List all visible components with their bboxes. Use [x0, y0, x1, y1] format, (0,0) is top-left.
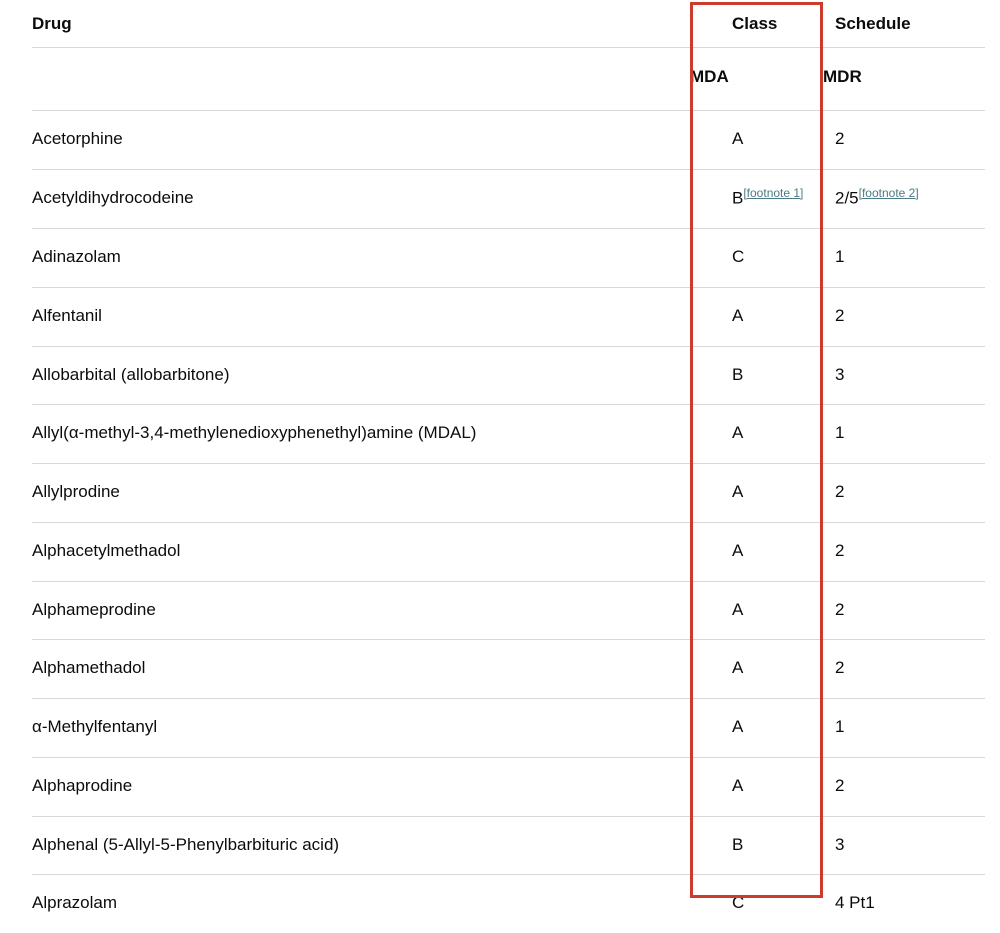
schedule-value: 2: [835, 776, 844, 795]
class-value: A: [732, 306, 743, 325]
class-value: A: [732, 600, 743, 619]
table-row: Alphameprodine A 2: [32, 581, 985, 640]
table-header-row: Drug Class Schedule: [32, 0, 985, 48]
class-value: C: [732, 893, 744, 912]
cell-class: A: [690, 464, 823, 523]
cell-drug-name: Alprazolam: [32, 875, 690, 933]
class-value: B: [732, 835, 743, 854]
class-value: A: [732, 658, 743, 677]
schedule-value: 4 Pt1: [835, 893, 875, 912]
schedule-footnote-link[interactable]: [footnote 2]: [859, 186, 919, 200]
cell-schedule: 4 Pt1: [823, 875, 985, 933]
schedule-value: 3: [835, 365, 844, 384]
schedule-value: 3: [835, 835, 844, 854]
drug-classification-table-page: Drug Class Schedule MDA MDR AcetorphineA…: [0, 0, 1000, 905]
class-value: A: [732, 482, 743, 501]
table-row: Allobarbital (allobarbitone) B 3: [32, 346, 985, 405]
cell-class: C: [690, 875, 823, 933]
class-value: A: [732, 776, 743, 795]
table-row: Alphaprodine A 2: [32, 757, 985, 816]
schedule-value: 1: [835, 247, 844, 266]
table-row: Allylprodine A 2: [32, 464, 985, 523]
table-header: Drug Class Schedule MDA MDR: [32, 0, 985, 111]
table-row: Alphacetylmethadol A 2: [32, 522, 985, 581]
cell-class: A: [690, 757, 823, 816]
class-value: C: [732, 247, 744, 266]
cell-schedule: 2: [823, 640, 985, 699]
cell-class: C: [690, 229, 823, 288]
cell-schedule: 2: [823, 111, 985, 170]
cell-class: B: [690, 346, 823, 405]
table-row: α-Methylfentanyl A 1: [32, 699, 985, 758]
table-body: AcetorphineA2AcetyldihydrocodeineB[footn…: [32, 111, 985, 933]
table-row: Alphamethadol A 2: [32, 640, 985, 699]
cell-drug-name: Alphaprodine: [32, 757, 690, 816]
cell-class: B[footnote 1]: [690, 169, 823, 228]
cell-drug-name: Allyl(α-methyl-3,4-methylenedioxypheneth…: [32, 405, 690, 464]
cell-schedule: 2: [823, 287, 985, 346]
column-subheader-mda: MDA: [690, 48, 823, 111]
drug-classification-table: Drug Class Schedule MDA MDR AcetorphineA…: [32, 0, 985, 933]
cell-schedule: 2: [823, 581, 985, 640]
schedule-value: 2: [835, 541, 844, 560]
table-row: Alphenal (5-Allyl-5-Phenylbarbituric aci…: [32, 816, 985, 875]
cell-drug-name: α-Methylfentanyl: [32, 699, 690, 758]
cell-schedule: 3: [823, 816, 985, 875]
table-row: Alfentanil A 2: [32, 287, 985, 346]
cell-drug-name: Adinazolam: [32, 229, 690, 288]
class-value: B: [732, 365, 743, 384]
cell-class: A: [690, 699, 823, 758]
schedule-value: 2: [835, 129, 844, 148]
cell-class: A: [690, 405, 823, 464]
schedule-value: 2: [835, 482, 844, 501]
class-footnote-link[interactable]: [footnote 1]: [743, 186, 803, 200]
table-row: Alprazolam C 4 Pt1: [32, 875, 985, 933]
cell-class: A: [690, 287, 823, 346]
cell-drug-name: Acetyldihydrocodeine: [32, 169, 690, 228]
cell-drug-name: Alphamethadol: [32, 640, 690, 699]
class-value: A: [732, 717, 743, 736]
cell-schedule: 2: [823, 522, 985, 581]
class-value: A: [732, 541, 743, 560]
cell-drug-name: Allylprodine: [32, 464, 690, 523]
schedule-value: 2: [835, 600, 844, 619]
cell-drug-name: Alfentanil: [32, 287, 690, 346]
cell-schedule: 2: [823, 757, 985, 816]
cell-class: A: [690, 640, 823, 699]
cell-schedule: 3: [823, 346, 985, 405]
cell-drug-name: Acetorphine: [32, 111, 690, 170]
cell-schedule: 2: [823, 464, 985, 523]
cell-drug-name: Alphacetylmethadol: [32, 522, 690, 581]
cell-class: A: [690, 522, 823, 581]
cell-drug-name: Allobarbital (allobarbitone): [32, 346, 690, 405]
table-row: Acetorphine A 2: [32, 111, 985, 170]
cell-schedule: 2/5[footnote 2]: [823, 169, 985, 228]
schedule-value: 2: [835, 658, 844, 677]
column-header-class: Class: [690, 0, 823, 48]
table-row: AcetyldihydrocodeineB[footnote 1]2/5[foo…: [32, 169, 985, 228]
table-row: Allyl(α-methyl-3,4-methylenedioxypheneth…: [32, 405, 985, 464]
column-subheader-mdr: MDR: [823, 48, 985, 111]
schedule-value: 2/5: [835, 188, 859, 207]
table-row: Adinazolam C 1: [32, 229, 985, 288]
class-value: A: [732, 423, 743, 442]
cell-class: B: [690, 816, 823, 875]
cell-schedule: 1: [823, 699, 985, 758]
schedule-value: 1: [835, 423, 844, 442]
table-subheader-row: MDA MDR: [32, 48, 985, 111]
cell-schedule: 1: [823, 229, 985, 288]
schedule-value: 2: [835, 306, 844, 325]
cell-drug-name: Alphameprodine: [32, 581, 690, 640]
cell-class: A: [690, 581, 823, 640]
column-header-schedule: Schedule: [823, 0, 985, 48]
cell-schedule: 1: [823, 405, 985, 464]
class-value: A: [732, 129, 743, 148]
column-header-drug: Drug: [32, 0, 690, 48]
cell-class: A: [690, 111, 823, 170]
column-subheader-drug: [32, 48, 690, 111]
cell-drug-name: Alphenal (5-Allyl-5-Phenylbarbituric aci…: [32, 816, 690, 875]
schedule-value: 1: [835, 717, 844, 736]
class-value: B: [732, 188, 743, 207]
